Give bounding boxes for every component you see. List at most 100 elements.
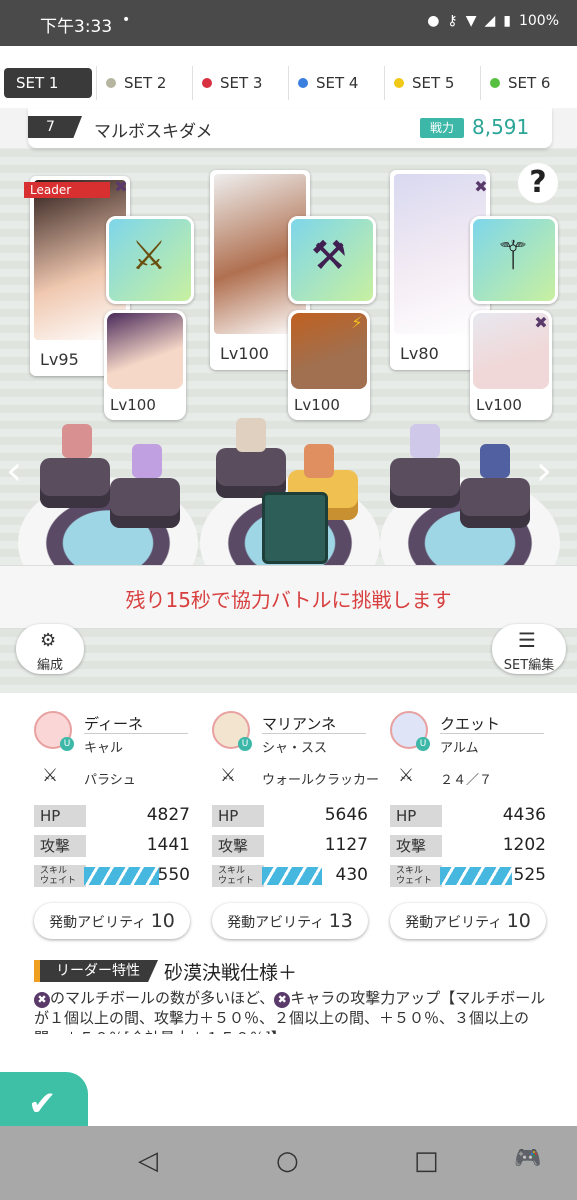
level-label: Lv80: [400, 344, 439, 363]
tab-color-dot: [490, 78, 500, 88]
attack-row: 攻撃 1441: [34, 835, 190, 857]
element-icon: ✖: [274, 992, 291, 1008]
status-bar: 下午3:33 • ● ⚷ ▼ ◢ ▮ 100%: [0, 0, 577, 46]
pedestal: [216, 448, 286, 498]
character-sprite: [480, 444, 510, 478]
skill-wait-value: 550: [157, 865, 190, 885]
character-sprite: [304, 444, 334, 478]
chat-terminal-icon[interactable]: [262, 492, 328, 564]
pedestal: [110, 478, 180, 528]
level-label: Lv95: [40, 350, 79, 369]
recent-apps-icon[interactable]: □: [414, 1146, 439, 1176]
ability-button[interactable]: 発動アビリティ 10: [390, 903, 546, 939]
tab-set-1[interactable]: SET 1: [4, 68, 92, 98]
deck-name[interactable]: マルボスキダメ: [94, 117, 213, 142]
ability-count: 10: [506, 910, 531, 932]
wifi-icon: ▼: [465, 13, 477, 29]
level-label: Lv100: [476, 396, 522, 414]
skill-label-line2: ウェイト: [218, 876, 255, 886]
attack-label: 攻撃: [34, 835, 86, 857]
character-type: アルム: [440, 741, 479, 756]
attack-label: 攻撃: [390, 835, 442, 857]
level-label: Lv100: [110, 396, 156, 414]
leader-desc-part1: のマルチボールの数が多いほど、: [50, 989, 275, 1007]
edit-label: 編成: [36, 658, 63, 673]
unit-badge-icon: U: [416, 737, 430, 751]
leader-trait-name: 砂漠決戦仕様＋: [164, 962, 298, 984]
character-type: キャル: [84, 741, 124, 756]
weapon-slot[interactable]: ⚚: [470, 216, 558, 304]
unit-badge-icon: U: [238, 737, 252, 751]
leader-tag: Leader: [24, 182, 110, 198]
tab-label: SET 1: [16, 74, 59, 92]
tab-set-3[interactable]: SET 3: [202, 68, 262, 98]
tab-set-5[interactable]: SET 5: [394, 68, 454, 98]
tab-color-dot: [394, 78, 404, 88]
element-icon: ✖: [534, 313, 548, 332]
weapon-type-icon: ⚔: [398, 765, 415, 786]
attack-value: 1441: [146, 835, 190, 855]
character-name: ディーネ: [84, 715, 143, 733]
power-label: 戦力: [420, 118, 464, 138]
character-stats-panel: U ディーネ キャル ⚔ パラシュ HP 4827 攻撃 1441 スキル ウェイト …: [0, 693, 577, 1130]
ability-button[interactable]: 発動アビリティ 13: [212, 903, 368, 939]
skill-wait-value: 430: [335, 865, 368, 885]
weapon-name: パラシュ: [84, 773, 136, 788]
tab-color-dot: [298, 78, 308, 88]
home-icon[interactable]: ○: [276, 1146, 299, 1176]
edit-button[interactable]: ⚙ 編成: [16, 624, 84, 674]
skill-wait-bar: [262, 867, 322, 885]
help-button[interactable]: ?: [518, 163, 558, 203]
battery-icon: ▮: [503, 13, 511, 29]
skill-label-line1: スキル: [396, 866, 424, 876]
leader-trait-description: ✖ のマルチボールの数が多いほど、 ✖ キャラの攻撃力アップ【マルチボールが１個以上の…: [34, 988, 546, 1034]
character-sprite: [62, 424, 92, 458]
axe-icon: ⚔: [131, 233, 167, 279]
pedestal: [40, 458, 110, 508]
game-controller-icon[interactable]: 🎮: [514, 1146, 541, 1171]
attack-row: 攻撃 1127: [212, 835, 368, 857]
weapon-slot[interactable]: ⚔: [106, 216, 194, 304]
character-sprite: [132, 444, 162, 478]
skill-wait-row: スキル ウェイト 550: [34, 865, 190, 887]
attack-value: 1202: [502, 835, 546, 855]
tab-set-2[interactable]: SET 2: [106, 68, 166, 98]
hp-row: HP 4827: [34, 805, 190, 827]
tab-set-4[interactable]: SET 4: [298, 68, 358, 98]
weapon-type-icon: ⚔: [220, 765, 237, 786]
ability-label: 発動アビリティ: [227, 915, 325, 931]
hp-row: HP 5646: [212, 805, 368, 827]
skill-label-line2: ウェイト: [396, 876, 433, 886]
arrow-left-icon[interactable]: ‹: [6, 448, 22, 494]
skill-wait-row: スキル ウェイト 525: [390, 865, 546, 887]
ability-label: 発動アビリティ: [49, 915, 147, 931]
ability-label: 発動アビリティ: [405, 915, 503, 931]
ability-count: 13: [328, 910, 353, 932]
element-icon: ✖: [114, 177, 128, 196]
status-dot: •: [122, 12, 131, 28]
character-portrait: [107, 313, 183, 389]
character-sprite: [236, 418, 266, 452]
skill-wait-bar: [440, 867, 512, 885]
tab-color-dot: [106, 78, 116, 88]
element-icon: ✖: [34, 992, 50, 1008]
character-name: マリアンネ: [262, 715, 337, 733]
battle-banner: 残り15秒で協力バトルに挑戦します: [0, 565, 577, 629]
weapon-slot[interactable]: ⚒: [288, 216, 376, 304]
arrow-right-icon[interactable]: ›: [536, 448, 552, 494]
ability-button[interactable]: 発動アビリティ 10: [34, 903, 190, 939]
leader-trait-header: リーダー特性: [34, 960, 158, 982]
level-label: Lv100: [220, 344, 269, 363]
level-label: Lv100: [294, 396, 340, 414]
back-icon[interactable]: ◁: [138, 1146, 158, 1176]
status-time: 下午3:33: [40, 17, 113, 37]
tab-label: SET 4: [316, 74, 359, 92]
tab-set-6[interactable]: SET 6: [490, 68, 550, 98]
skill-label-line1: スキル: [218, 866, 246, 876]
character-type: シャ・スス: [262, 741, 328, 756]
set-edit-button[interactable]: ☰ SET編集: [492, 624, 566, 674]
sub-character-card[interactable]: Lv100: [104, 310, 186, 420]
gear-icon: ⚙: [40, 630, 57, 651]
hp-row: HP 4436: [390, 805, 546, 827]
tab-label: SET 2: [124, 74, 167, 92]
